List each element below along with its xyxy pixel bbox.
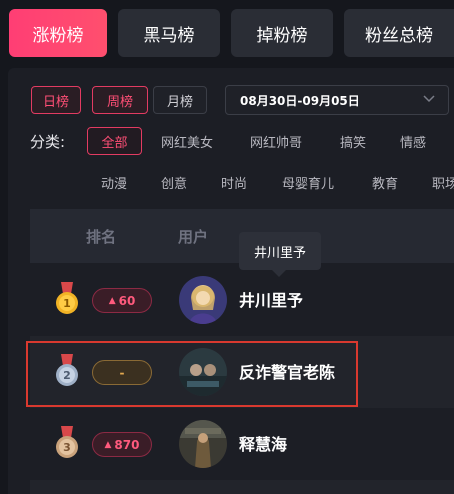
table-row[interactable]: 1 ▲ 60 井川里予 xyxy=(30,264,454,336)
category-anime[interactable]: 动漫 xyxy=(101,168,127,196)
rank-change-badge: ▲ 60 xyxy=(92,288,152,313)
arrow-up-icon: ▲ xyxy=(108,295,116,306)
silver-medal-icon: 2 xyxy=(56,354,78,386)
category-handsome[interactable]: 网红帅哥 xyxy=(250,127,302,155)
date-range-select[interactable]: 08月30日-09月05日 xyxy=(225,85,449,115)
arrow-up-icon: ▲ xyxy=(104,439,112,450)
rank-change-badge: - xyxy=(92,360,152,385)
category-parenting[interactable]: 母婴育儿 xyxy=(282,168,334,196)
table-row xyxy=(30,480,454,494)
ranking-tabs: 涨粉榜 黑马榜 掉粉榜 粉丝总榜 xyxy=(0,0,454,68)
tab-fans-loss[interactable]: 掉粉榜 xyxy=(231,9,333,57)
date-range-value: 08月30日-09月05日 xyxy=(240,93,360,108)
gold-medal-icon: 1 xyxy=(56,282,78,314)
avatar[interactable] xyxy=(179,420,227,468)
user-name-tooltip: 井川里予 xyxy=(239,232,321,277)
avatar[interactable] xyxy=(179,276,227,324)
svg-text:3: 3 xyxy=(63,441,71,454)
user-name[interactable]: 释慧海 xyxy=(239,431,287,455)
category-education[interactable]: 教育 xyxy=(372,168,398,196)
tooltip-text: 井川里予 xyxy=(253,245,306,261)
category-emotion[interactable]: 情感 xyxy=(400,127,426,155)
category-career[interactable]: 职场 xyxy=(432,168,454,196)
rank-change-value: 60 xyxy=(118,293,136,308)
header-rank: 排名 xyxy=(86,228,117,246)
tooltip-arrow xyxy=(272,270,286,277)
avatar[interactable] xyxy=(179,348,227,396)
category-beauty[interactable]: 网红美女 xyxy=(161,127,213,155)
header-user: 用户 xyxy=(178,228,209,246)
bronze-medal-icon: 3 xyxy=(56,426,78,458)
category-funny[interactable]: 搞笑 xyxy=(340,127,366,155)
category-label: 分类: xyxy=(30,133,66,151)
tab-fans-total[interactable]: 粉丝总榜 xyxy=(344,9,454,57)
category-all[interactable]: 全部 xyxy=(87,127,142,155)
user-name[interactable]: 井川里予 xyxy=(239,287,303,311)
tab-fans-gain[interactable]: 涨粉榜 xyxy=(9,9,107,57)
table-row[interactable]: 2 - 反诈警官老陈 xyxy=(30,336,454,408)
period-monthly[interactable]: 月榜 xyxy=(153,86,207,114)
ranking-panel: 日榜 周榜 月榜 08月30日-09月05日 分类: 全部 网红美女 网红帅哥 … xyxy=(8,68,454,494)
table-row[interactable]: 3 ▲ 870 释慧海 xyxy=(30,408,454,480)
svg-text:1: 1 xyxy=(63,297,71,310)
period-weekly[interactable]: 周榜 xyxy=(92,86,148,114)
category-fashion[interactable]: 时尚 xyxy=(221,168,247,196)
period-daily[interactable]: 日榜 xyxy=(31,86,81,114)
chevron-down-icon xyxy=(423,95,435,103)
tab-dark-horse[interactable]: 黑马榜 xyxy=(118,9,220,57)
svg-text:2: 2 xyxy=(63,369,71,382)
rank-change-badge: ▲ 870 xyxy=(92,432,152,457)
rank-change-value: 870 xyxy=(114,437,140,452)
rank-change-value: - xyxy=(119,365,125,380)
user-name[interactable]: 反诈警官老陈 xyxy=(239,359,335,383)
category-creative[interactable]: 创意 xyxy=(161,168,187,196)
